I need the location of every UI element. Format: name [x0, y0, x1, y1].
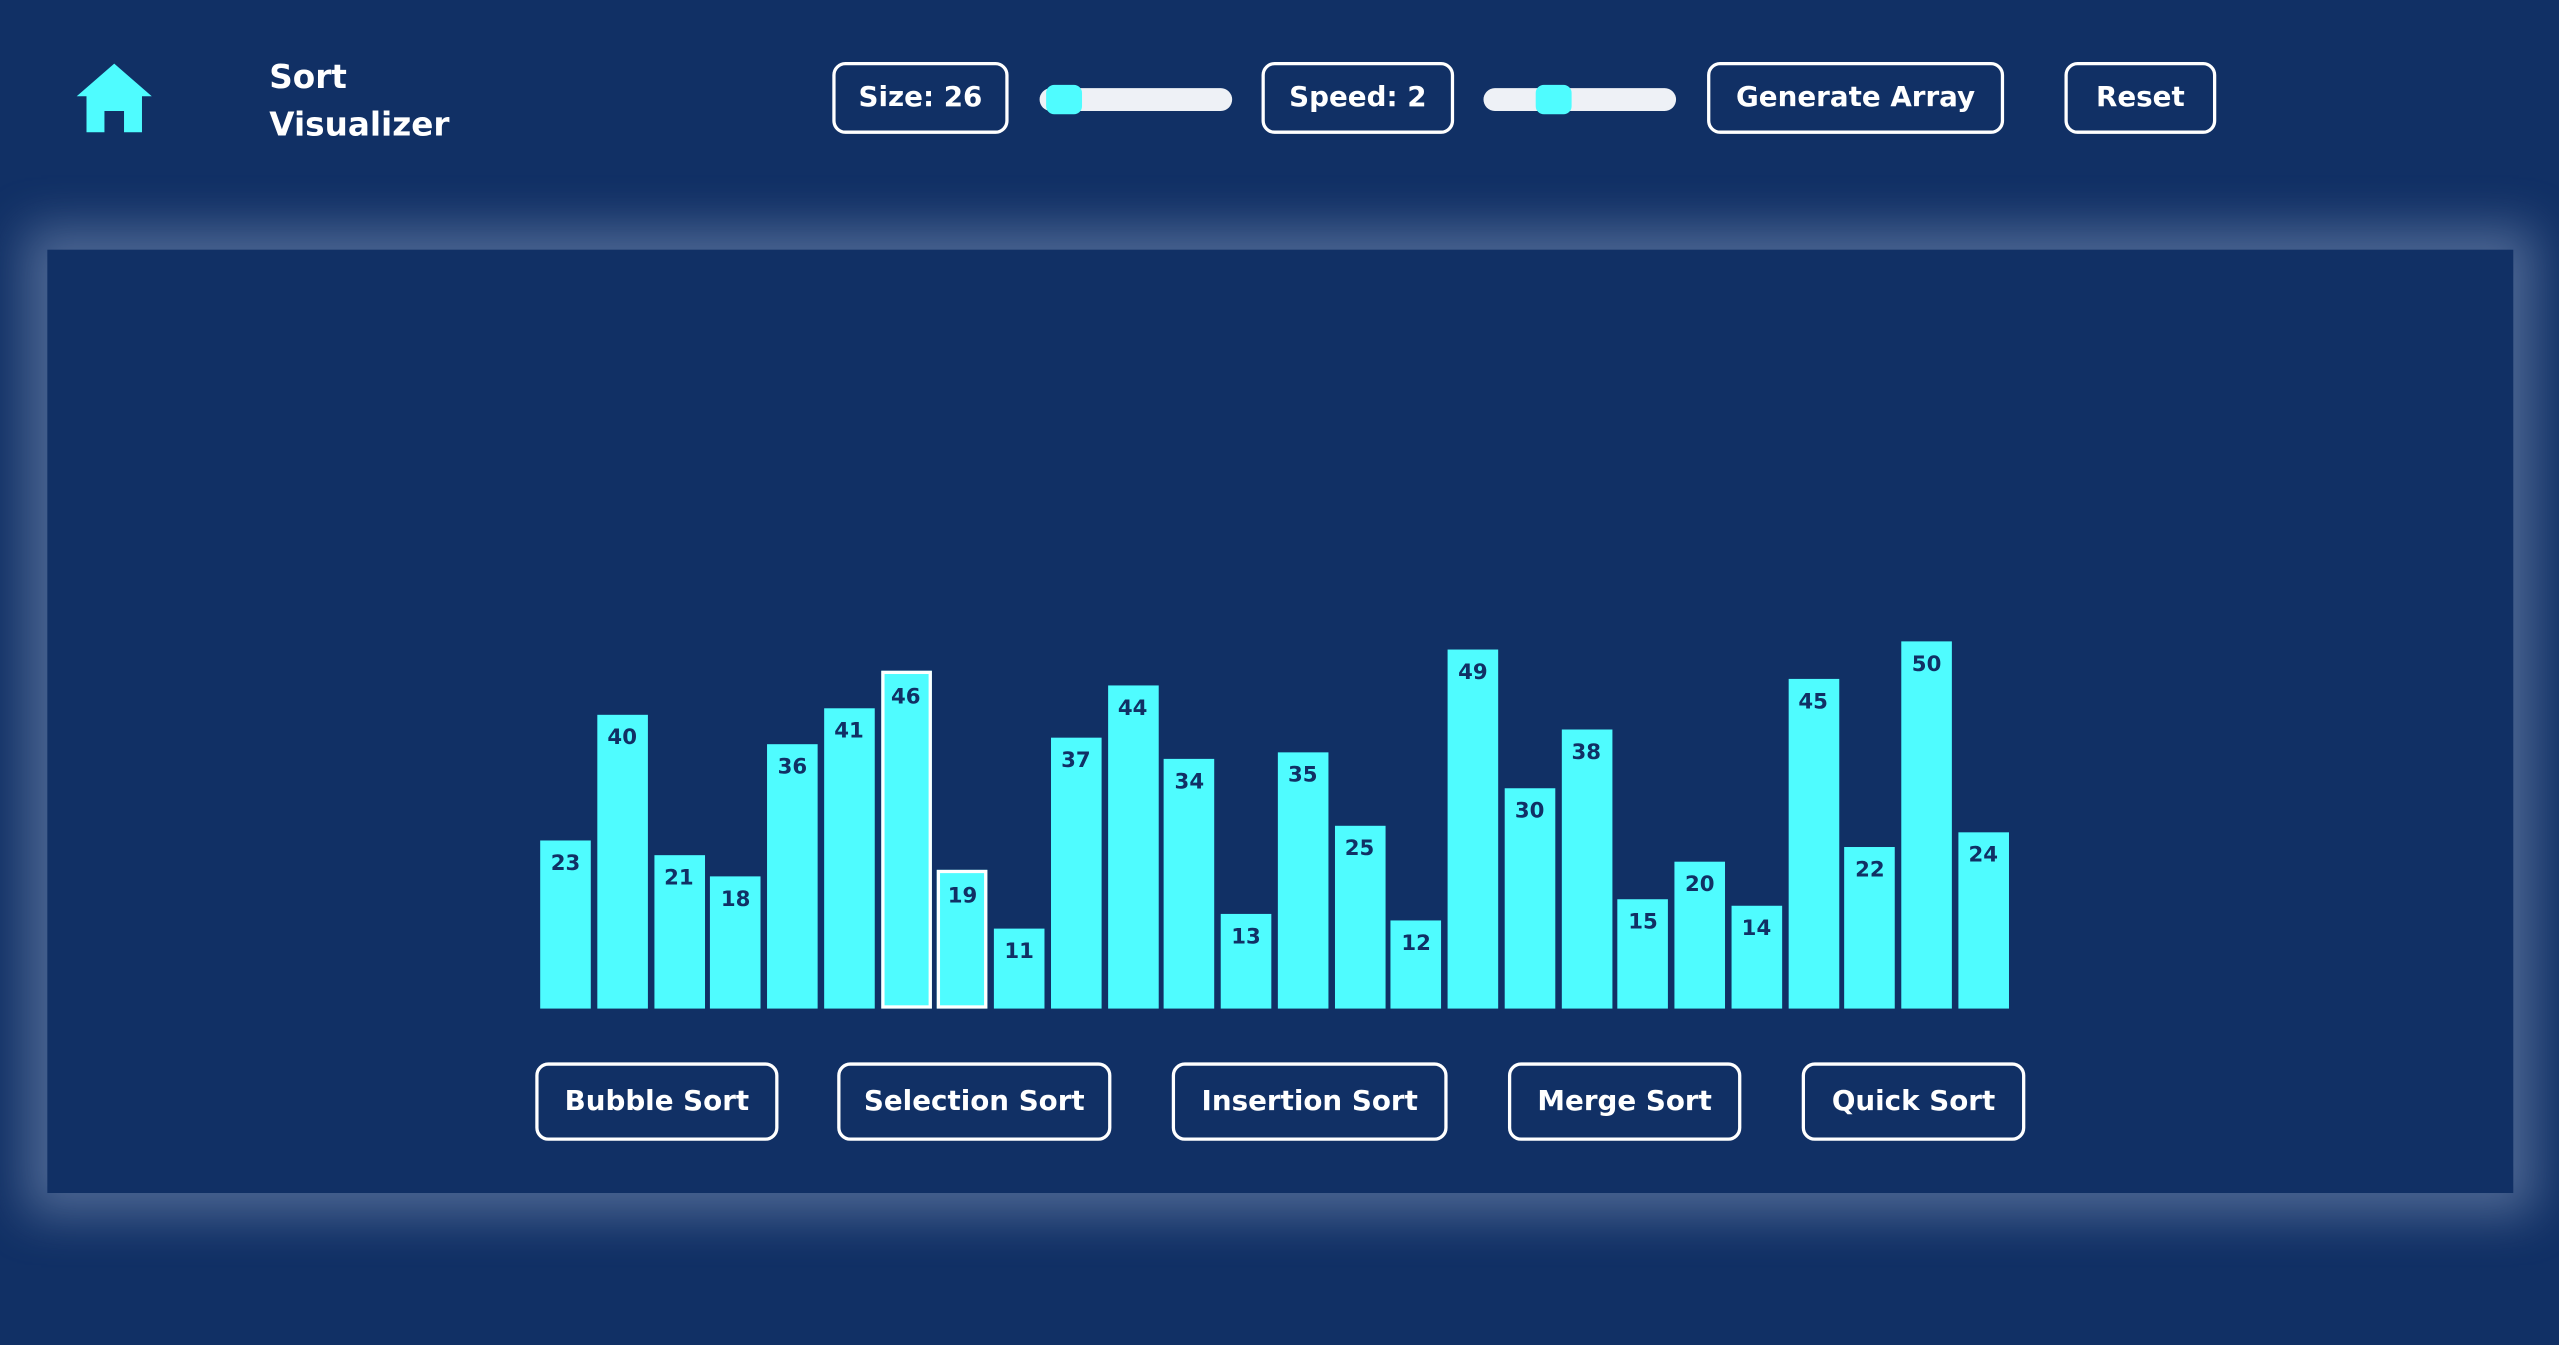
bar-value-label: 13 — [1231, 924, 1261, 950]
array-bar: 19 — [937, 869, 988, 1009]
array-bar: 12 — [1390, 920, 1442, 1009]
array-bar: 34 — [1164, 758, 1215, 1009]
bar-value-label: 44 — [1117, 696, 1148, 722]
bar-value-label: 49 — [1458, 660, 1488, 685]
merge-sort-button[interactable]: Merge Sort — [1507, 1062, 1742, 1141]
array-bar: 45 — [1787, 678, 1839, 1009]
bar-value-label: 34 — [1174, 770, 1205, 795]
generate-array-button[interactable]: Generate Array — [1707, 62, 2005, 134]
insertion-sort-button[interactable]: Insertion Sort — [1171, 1062, 1448, 1141]
bubble-sort-button[interactable]: Bubble Sort — [535, 1062, 779, 1141]
array-bar: 50 — [1901, 641, 1952, 1009]
array-bar: 23 — [540, 839, 591, 1009]
bar-value-label: 45 — [1798, 689, 1828, 714]
reset-button[interactable]: Reset — [2064, 62, 2217, 134]
speed-slider-thumb[interactable] — [1535, 84, 1572, 115]
array-bar: 41 — [823, 707, 875, 1009]
bar-value-label: 20 — [1684, 873, 1715, 898]
bar-value-label: 50 — [1911, 652, 1942, 678]
bar-value-label: 19 — [947, 883, 978, 909]
home-icon-graphic — [76, 63, 152, 133]
visualizer-stage: 23 40 21 18 36 41 46 19 11 37 44 34 13 35 25 12 49 30 38 15… — [47, 249, 2514, 1193]
array-bar: 44 — [1107, 685, 1158, 1009]
app-title-line2: Visualizer — [269, 104, 450, 144]
bar-value-label: 18 — [720, 887, 751, 913]
bar-value-label: 25 — [1344, 836, 1375, 861]
array-bar: 25 — [1334, 824, 1385, 1009]
array-bar: 49 — [1447, 648, 1499, 1009]
bar-value-label: 14 — [1741, 917, 1772, 942]
array-bar: 37 — [1050, 736, 1102, 1009]
array-bar: 38 — [1561, 729, 1612, 1009]
bar-value-label: 21 — [664, 865, 694, 891]
bar-value-label: 24 — [1968, 843, 1999, 869]
array-bar: 46 — [880, 670, 932, 1009]
bar-value-label: 23 — [550, 851, 581, 876]
bar-value-label: 37 — [1061, 748, 1091, 773]
bar-value-label: 36 — [777, 755, 808, 781]
bar-value-label: 11 — [1004, 939, 1034, 964]
bar-value-label: 46 — [890, 685, 921, 710]
bar-value-label: 30 — [1514, 799, 1545, 825]
array-bar: 20 — [1674, 861, 1726, 1009]
size-slider-thumb[interactable] — [1046, 84, 1083, 115]
bar-value-label: 41 — [834, 718, 864, 744]
app-title-line1: Sort — [269, 57, 347, 97]
array-bar: 13 — [1220, 913, 1272, 1009]
selection-sort-button[interactable]: Selection Sort — [837, 1062, 1112, 1141]
array-bar: 24 — [1957, 832, 2009, 1009]
bar-value-label: 38 — [1571, 740, 1602, 766]
bar-value-label: 22 — [1855, 858, 1885, 883]
array-bar: 40 — [596, 714, 648, 1009]
array-bar: 15 — [1617, 898, 1669, 1009]
app-root: Sort Visualizer Size: 26 Speed: 2 Genera… — [0, 0, 2559, 1345]
app-title: Sort Visualizer — [269, 54, 497, 149]
array-bar: 18 — [710, 876, 761, 1009]
quick-sort-button[interactable]: Quick Sort — [1801, 1062, 2026, 1141]
bar-chart: 23 40 21 18 36 41 46 19 11 37 44 34 13 35 25 12 49 30 38 15… — [47, 250, 2513, 1193]
array-bar: 30 — [1504, 788, 1555, 1009]
header: Sort Visualizer Size: 26 Speed: 2 Genera… — [0, 0, 2559, 204]
home-icon[interactable] — [73, 60, 155, 135]
bar-value-label: 40 — [607, 726, 637, 751]
array-bar: 22 — [1844, 847, 1896, 1009]
size-button[interactable]: Size: 26 — [832, 62, 1009, 134]
array-bar: 11 — [993, 927, 1045, 1009]
array-bar: 14 — [1731, 905, 1782, 1009]
size-slider[interactable] — [1039, 84, 1233, 115]
bar-value-label: 35 — [1287, 762, 1318, 788]
array-bar: 21 — [653, 854, 705, 1009]
bar-value-label: 15 — [1628, 909, 1658, 935]
array-bar: 36 — [767, 744, 818, 1009]
bar-value-label: 12 — [1401, 931, 1431, 957]
speed-button[interactable]: Speed: 2 — [1261, 62, 1455, 134]
array-bar: 35 — [1277, 751, 1329, 1009]
speed-slider[interactable] — [1483, 84, 1677, 115]
